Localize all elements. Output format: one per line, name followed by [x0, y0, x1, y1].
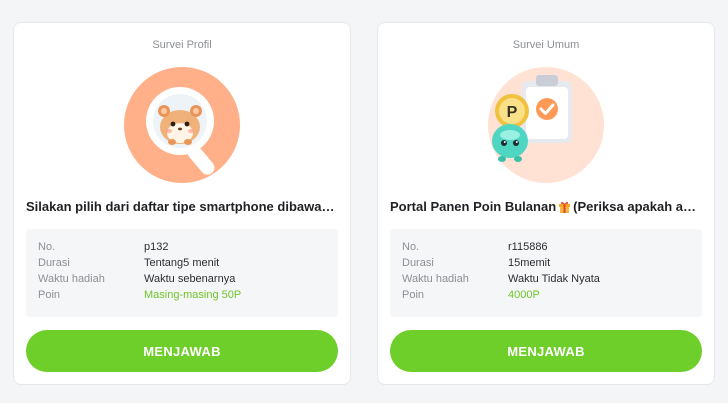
detail-label: Waktu hadiah [402, 273, 469, 285]
detail-label: No. [38, 241, 56, 253]
survey-details: No. p132 Durasi Tentang5 menit Waktu had… [26, 229, 338, 317]
detail-label: Poin [402, 289, 425, 301]
detail-value: p132 [144, 241, 169, 253]
survey-card: Survei Umum P Portal Panen Poin Bulanan (… [377, 22, 715, 385]
detail-row-points: Poin Masing-masing 50P [38, 289, 328, 305]
survey-title-text: (Periksa apakah ada... [573, 199, 702, 214]
gift-icon [558, 200, 571, 216]
detail-row-points: Poin 4000P [402, 289, 692, 305]
detail-label: Durasi [38, 257, 70, 269]
detail-row-number: No. r115886 [402, 241, 692, 257]
answer-button[interactable]: MENJAWAB [390, 330, 702, 372]
points-value: Masing-masing 50P [144, 289, 242, 301]
detail-row-reward-time: Waktu hadiah Waktu Tidak Nyata [402, 273, 692, 289]
survey-title: Portal Panen Poin Bulanan (Periksa apakah… [390, 199, 702, 216]
detail-row-number: No. p132 [38, 241, 328, 257]
detail-label: No. [402, 241, 420, 253]
detail-label: Poin [38, 289, 61, 301]
detail-value: r115886 [508, 241, 548, 253]
clipboard-coin-mascot-icon: P [488, 67, 604, 183]
detail-row-duration: Durasi Tentang5 menit [38, 257, 328, 273]
answer-button[interactable]: MENJAWAB [26, 330, 338, 372]
survey-details: No. r115886 Durasi 15memit Waktu hadiah … [390, 229, 702, 317]
detail-label: Durasi [402, 257, 434, 269]
detail-value: Waktu sebenarnya [144, 273, 236, 285]
survey-title-text: Portal Panen Poin Bulanan [390, 199, 557, 214]
survey-title: Silakan pilih dari daftar tipe smartphon… [26, 199, 338, 214]
detail-value: Tentang5 menit [144, 257, 220, 269]
survey-category: Survei Profil [152, 39, 212, 51]
survey-category: Survei Umum [512, 39, 580, 51]
svg-text:P: P [507, 104, 518, 121]
survey-card: Survei Profil Silakan pilih dari daftar … [13, 22, 351, 385]
detail-row-duration: Durasi 15memit [402, 257, 692, 273]
detail-row-reward-time: Waktu hadiah Waktu sebenarnya [38, 273, 328, 289]
detail-value: Waktu Tidak Nyata [508, 273, 600, 285]
hamster-magnifier-icon [124, 67, 240, 183]
detail-value: 15memit [508, 257, 551, 269]
points-value: 4000P [508, 289, 540, 301]
detail-label: Waktu hadiah [38, 273, 105, 285]
